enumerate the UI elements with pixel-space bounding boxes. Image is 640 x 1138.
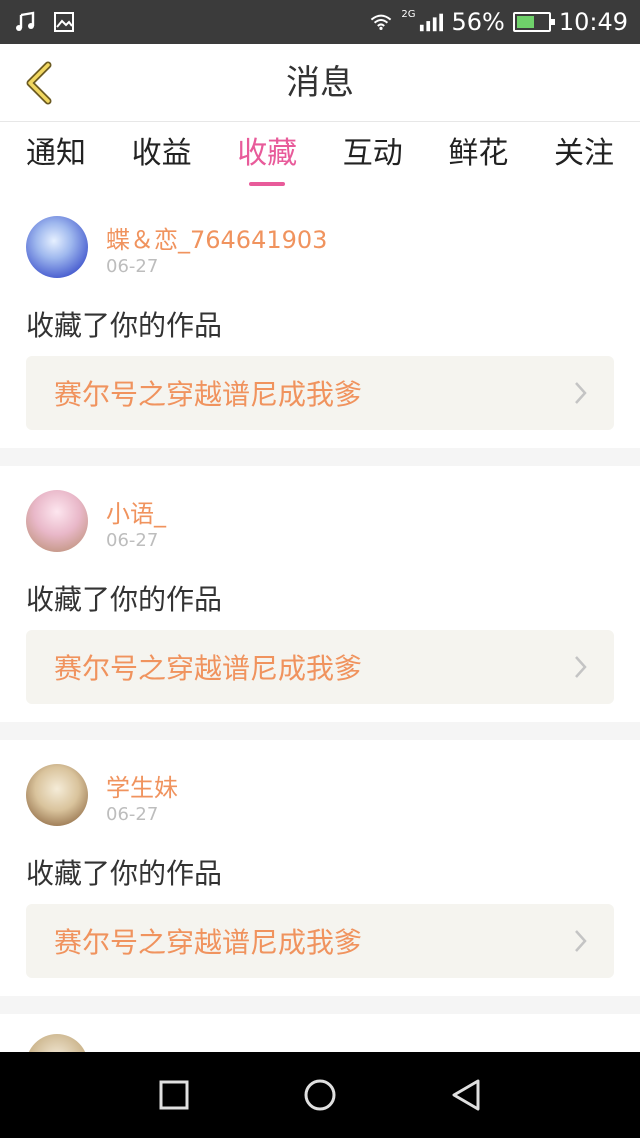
chevron-right-icon [575,382,587,404]
music-note-icon [14,10,38,34]
tab-bar: 通知 收益 收藏 互动 鲜花 关注 [0,122,640,192]
list-item-partial [0,1014,640,1054]
divider [0,996,640,1014]
home-button[interactable] [297,1072,343,1118]
system-nav-bar [0,1052,640,1138]
list-item: 学生妹 06-27 收藏了你的作品 赛尔号之穿越谱尼成我爹 [0,740,640,996]
message-date: 06-27 [106,804,159,825]
clock: 10:49 [558,8,628,36]
list-item: 小语_ 06-27 收藏了你的作品 赛尔号之穿越谱尼成我爹 [0,466,640,722]
image-icon [52,10,76,34]
work-title: 赛尔号之穿越谱尼成我爹 [54,378,363,411]
work-link[interactable]: 赛尔号之穿越谱尼成我爹 [26,356,614,430]
avatar[interactable] [26,490,88,552]
square-icon [159,1080,189,1110]
back-nav-button[interactable] [443,1072,489,1118]
divider [0,448,640,466]
work-title: 赛尔号之穿越谱尼成我爹 [54,652,363,685]
message-date: 06-27 [106,256,159,277]
action-text: 收藏了你的作品 [26,309,223,342]
avatar[interactable] [26,764,88,826]
recents-button[interactable] [151,1072,197,1118]
status-bar: 2G 56% 10:49 [0,0,640,44]
work-link[interactable]: 赛尔号之穿越谱尼成我爹 [26,904,614,978]
tab-income[interactable]: 收益 [132,122,192,192]
tab-notice[interactable]: 通知 [26,122,86,192]
signal-icon [419,10,444,34]
tab-flowers[interactable]: 鲜花 [448,122,508,192]
avatar[interactable] [26,216,88,278]
page-title: 消息 [286,63,354,103]
work-link[interactable]: 赛尔号之穿越谱尼成我爹 [26,630,614,704]
battery-icon [512,12,555,32]
chevron-right-icon [575,656,587,678]
list-item: 蝶＆恋_764641903 06-27 收藏了你的作品 赛尔号之穿越谱尼成我爹 [0,192,640,448]
divider [0,722,640,740]
avatar[interactable] [26,1034,88,1054]
action-text: 收藏了你的作品 [26,583,223,616]
username[interactable]: 学生妹 [106,768,178,803]
circle-icon [304,1079,336,1111]
tab-interaction[interactable]: 互动 [343,122,403,192]
message-list: 蝶＆恋_764641903 06-27 收藏了你的作品 赛尔号之穿越谱尼成我爹 … [0,192,640,1054]
network-type: 2G [401,8,416,20]
chevron-right-icon [575,930,587,952]
username[interactable]: 小语_ [106,494,166,529]
message-date: 06-27 [106,530,159,551]
wifi-icon [369,10,393,34]
app-header: 消息 [0,44,640,122]
tab-favorites[interactable]: 收藏 [237,122,297,192]
username[interactable]: 蝶＆恋_764641903 [106,220,327,255]
tab-follow[interactable]: 关注 [554,122,614,192]
action-text: 收藏了你的作品 [26,857,223,890]
battery-percent: 56% [451,8,505,36]
work-title: 赛尔号之穿越谱尼成我爹 [54,926,363,959]
triangle-back-icon [452,1079,480,1111]
